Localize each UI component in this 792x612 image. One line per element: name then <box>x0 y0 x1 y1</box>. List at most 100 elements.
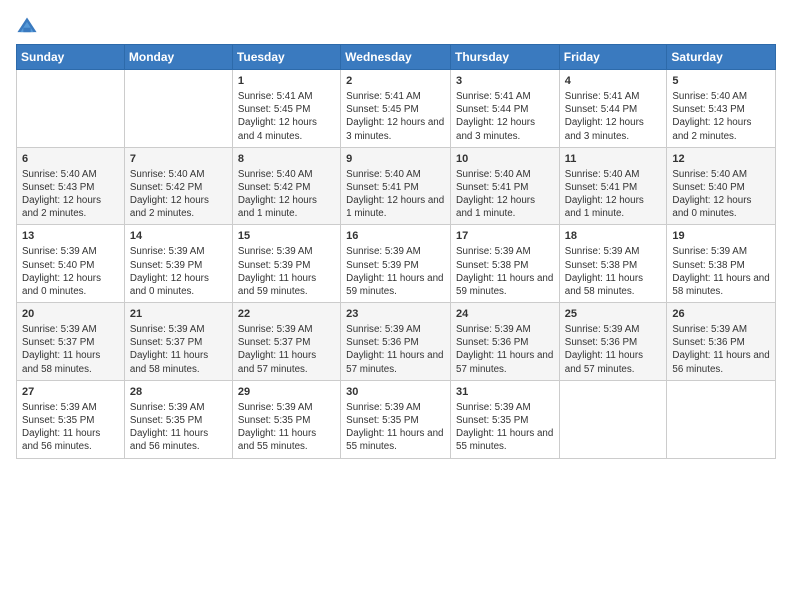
day-number: 1 <box>238 74 335 89</box>
day-info: Sunrise: 5:39 AM Sunset: 5:36 PM Dayligh… <box>565 323 662 376</box>
day-number: 23 <box>346 307 445 322</box>
day-info: Sunrise: 5:39 AM Sunset: 5:35 PM Dayligh… <box>22 401 119 454</box>
day-number: 28 <box>130 385 227 400</box>
day-info: Sunrise: 5:39 AM Sunset: 5:36 PM Dayligh… <box>346 323 445 376</box>
day-info: Sunrise: 5:41 AM Sunset: 5:45 PM Dayligh… <box>346 90 445 143</box>
day-info: Sunrise: 5:39 AM Sunset: 5:38 PM Dayligh… <box>672 245 770 298</box>
day-info: Sunrise: 5:39 AM Sunset: 5:39 PM Dayligh… <box>238 245 335 298</box>
day-info: Sunrise: 5:40 AM Sunset: 5:41 PM Dayligh… <box>456 168 554 221</box>
calendar-cell: 12Sunrise: 5:40 AM Sunset: 5:40 PM Dayli… <box>667 147 776 225</box>
day-info: Sunrise: 5:39 AM Sunset: 5:40 PM Dayligh… <box>22 245 119 298</box>
calendar-cell: 1Sunrise: 5:41 AM Sunset: 5:45 PM Daylig… <box>232 70 340 148</box>
day-number: 2 <box>346 74 445 89</box>
day-info: Sunrise: 5:39 AM Sunset: 5:38 PM Dayligh… <box>456 245 554 298</box>
day-info: Sunrise: 5:39 AM Sunset: 5:35 PM Dayligh… <box>346 401 445 454</box>
day-info: Sunrise: 5:39 AM Sunset: 5:36 PM Dayligh… <box>456 323 554 376</box>
day-header-friday: Friday <box>559 45 667 70</box>
calendar-cell: 24Sunrise: 5:39 AM Sunset: 5:36 PM Dayli… <box>451 303 560 381</box>
calendar-body: 1Sunrise: 5:41 AM Sunset: 5:45 PM Daylig… <box>17 70 776 459</box>
day-info: Sunrise: 5:39 AM Sunset: 5:35 PM Dayligh… <box>456 401 554 454</box>
day-number: 12 <box>672 152 770 167</box>
day-info: Sunrise: 5:40 AM Sunset: 5:42 PM Dayligh… <box>238 168 335 221</box>
logo-icon <box>16 16 38 38</box>
calendar-cell: 5Sunrise: 5:40 AM Sunset: 5:43 PM Daylig… <box>667 70 776 148</box>
week-row-4: 20 Sunrise: 5:39 AM Sunset: 5:37 PM Dayli… <box>17 303 776 381</box>
day-number: 21 <box>130 307 227 322</box>
day-number: 13 <box>22 229 119 244</box>
calendar-cell <box>17 70 125 148</box>
day-number: 11 <box>565 152 662 167</box>
calendar-cell: 20Sunrise: 5:39 AM Sunset: 5:37 PM Dayli… <box>17 303 125 381</box>
day-info: Sunrise: 5:39 AM Sunset: 5:35 PM Dayligh… <box>238 401 335 454</box>
calendar-cell: 30Sunrise: 5:39 AM Sunset: 5:35 PM Dayli… <box>341 380 451 458</box>
day-header-monday: Monday <box>124 45 232 70</box>
calendar-cell: 14Sunrise: 5:39 AM Sunset: 5:39 PM Dayli… <box>124 225 232 303</box>
calendar-cell: 18Sunrise: 5:39 AM Sunset: 5:38 PM Dayli… <box>559 225 667 303</box>
week-row-3: 13Sunrise: 5:39 AM Sunset: 5:40 PM Dayli… <box>17 225 776 303</box>
week-row-5: 27Sunrise: 5:39 AM Sunset: 5:35 PM Dayli… <box>17 380 776 458</box>
day-info: Sunrise: 5:39 AM Sunset: 5:37 PM Dayligh… <box>238 323 335 376</box>
calendar-cell: 25Sunrise: 5:39 AM Sunset: 5:36 PM Dayli… <box>559 303 667 381</box>
day-number: 27 <box>22 385 119 400</box>
header <box>16 12 776 38</box>
week-row-2: 6Sunrise: 5:40 AM Sunset: 5:43 PM Daylig… <box>17 147 776 225</box>
calendar-cell <box>559 380 667 458</box>
day-info: Sunrise: 5:40 AM Sunset: 5:43 PM Dayligh… <box>672 90 770 143</box>
calendar-cell: 28Sunrise: 5:39 AM Sunset: 5:35 PM Dayli… <box>124 380 232 458</box>
day-info: Sunrise: 5:40 AM Sunset: 5:40 PM Dayligh… <box>672 168 770 221</box>
day-number: 14 <box>130 229 227 244</box>
day-number: 9 <box>346 152 445 167</box>
calendar-cell: 22Sunrise: 5:39 AM Sunset: 5:37 PM Dayli… <box>232 303 340 381</box>
day-number: 16 <box>346 229 445 244</box>
day-info: Sunrise: 5:40 AM Sunset: 5:43 PM Dayligh… <box>22 168 119 221</box>
calendar-cell: 11Sunrise: 5:40 AM Sunset: 5:41 PM Dayli… <box>559 147 667 225</box>
calendar-cell: 26Sunrise: 5:39 AM Sunset: 5:36 PM Dayli… <box>667 303 776 381</box>
day-number: 15 <box>238 229 335 244</box>
day-number: 20 <box>22 307 119 322</box>
day-info: Sunrise: 5:41 AM Sunset: 5:45 PM Dayligh… <box>238 90 335 143</box>
calendar-cell: 10Sunrise: 5:40 AM Sunset: 5:41 PM Dayli… <box>451 147 560 225</box>
day-number: 10 <box>456 152 554 167</box>
day-header-sunday: Sunday <box>17 45 125 70</box>
day-number: 19 <box>672 229 770 244</box>
calendar-cell: 6Sunrise: 5:40 AM Sunset: 5:43 PM Daylig… <box>17 147 125 225</box>
calendar-cell: 23Sunrise: 5:39 AM Sunset: 5:36 PM Dayli… <box>341 303 451 381</box>
calendar-cell: 7Sunrise: 5:40 AM Sunset: 5:42 PM Daylig… <box>124 147 232 225</box>
day-info: Sunrise: 5:39 AM Sunset: 5:39 PM Dayligh… <box>346 245 445 298</box>
calendar-cell <box>667 380 776 458</box>
day-number: 4 <box>565 74 662 89</box>
calendar-header: SundayMondayTuesdayWednesdayThursdayFrid… <box>17 45 776 70</box>
day-number: 30 <box>346 385 445 400</box>
logo <box>16 16 40 38</box>
day-info: Sunrise: 5:39 AM Sunset: 5:37 PM Dayligh… <box>130 323 227 376</box>
calendar-cell: 17Sunrise: 5:39 AM Sunset: 5:38 PM Dayli… <box>451 225 560 303</box>
day-info: Sunrise: 5:39 AM Sunset: 5:38 PM Dayligh… <box>565 245 662 298</box>
calendar-cell: 21Sunrise: 5:39 AM Sunset: 5:37 PM Dayli… <box>124 303 232 381</box>
calendar-cell: 29Sunrise: 5:39 AM Sunset: 5:35 PM Dayli… <box>232 380 340 458</box>
day-header-tuesday: Tuesday <box>232 45 340 70</box>
calendar-table: SundayMondayTuesdayWednesdayThursdayFrid… <box>16 44 776 459</box>
day-info: Sunrise: 5:40 AM Sunset: 5:41 PM Dayligh… <box>565 168 662 221</box>
calendar-cell: 9Sunrise: 5:40 AM Sunset: 5:41 PM Daylig… <box>341 147 451 225</box>
day-info: Sunrise: 5:39 AM Sunset: 5:39 PM Dayligh… <box>130 245 227 298</box>
day-info: Sunrise: 5:41 AM Sunset: 5:44 PM Dayligh… <box>456 90 554 143</box>
day-info: Sunrise: 5:40 AM Sunset: 5:42 PM Dayligh… <box>130 168 227 221</box>
calendar-cell: 15Sunrise: 5:39 AM Sunset: 5:39 PM Dayli… <box>232 225 340 303</box>
calendar-cell: 31Sunrise: 5:39 AM Sunset: 5:35 PM Dayli… <box>451 380 560 458</box>
day-info: Sunrise: 5:41 AM Sunset: 5:44 PM Dayligh… <box>565 90 662 143</box>
calendar-cell <box>124 70 232 148</box>
calendar-cell: 8Sunrise: 5:40 AM Sunset: 5:42 PM Daylig… <box>232 147 340 225</box>
calendar-cell: 4Sunrise: 5:41 AM Sunset: 5:44 PM Daylig… <box>559 70 667 148</box>
day-info: Sunrise: 5:39 AM Sunset: 5:36 PM Dayligh… <box>672 323 770 376</box>
day-header-saturday: Saturday <box>667 45 776 70</box>
calendar-cell: 19Sunrise: 5:39 AM Sunset: 5:38 PM Dayli… <box>667 225 776 303</box>
day-number: 6 <box>22 152 119 167</box>
calendar-cell: 27Sunrise: 5:39 AM Sunset: 5:35 PM Dayli… <box>17 380 125 458</box>
day-number: 22 <box>238 307 335 322</box>
calendar-cell: 13Sunrise: 5:39 AM Sunset: 5:40 PM Dayli… <box>17 225 125 303</box>
week-row-1: 1Sunrise: 5:41 AM Sunset: 5:45 PM Daylig… <box>17 70 776 148</box>
day-header-wednesday: Wednesday <box>341 45 451 70</box>
day-number: 29 <box>238 385 335 400</box>
page-container: SundayMondayTuesdayWednesdayThursdayFrid… <box>0 0 792 467</box>
calendar-cell: 16Sunrise: 5:39 AM Sunset: 5:39 PM Dayli… <box>341 225 451 303</box>
